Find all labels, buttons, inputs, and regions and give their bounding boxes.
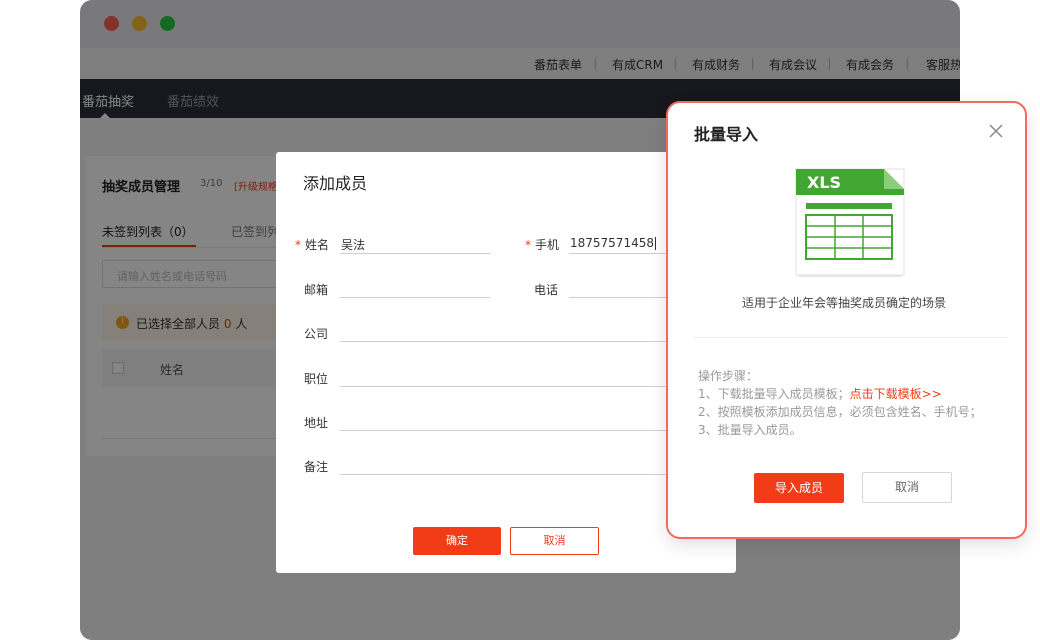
confirm-button[interactable]: 确定 bbox=[413, 527, 501, 555]
phone-input[interactable]: 18757571458 bbox=[570, 236, 656, 250]
step-2: 2、按照模板添加成员信息，必须包含姓名、手机号； bbox=[698, 405, 982, 419]
step-3: 3、批量导入成员。 bbox=[698, 423, 802, 437]
phone-label: * 手机 bbox=[525, 238, 560, 252]
dialog-title: 添加成员 bbox=[303, 174, 368, 193]
import-cancel-button[interactable]: 取消 bbox=[862, 472, 952, 503]
divider bbox=[694, 337, 1008, 338]
import-members-button[interactable]: 导入成员 bbox=[754, 473, 844, 503]
download-template-link[interactable]: 点击下载模板>> bbox=[850, 387, 942, 401]
close-icon[interactable] bbox=[988, 123, 1004, 139]
batch-import-dialog: 批量导入 XLS 适用于企业年会等抽奖成员确定的场景 操作步骤： 1、下载批量导… bbox=[666, 101, 1027, 539]
step-1: 1、下载批量导入成员模板；点击下载模板>> bbox=[698, 387, 942, 401]
remark-label: 备注 bbox=[304, 460, 329, 474]
xls-badge: XLS bbox=[807, 173, 842, 192]
email-input[interactable] bbox=[340, 297, 490, 298]
import-description: 适用于企业年会等抽奖成员确定的场景 bbox=[742, 296, 947, 310]
cancel-button[interactable]: 取消 bbox=[510, 527, 599, 555]
address-label: 地址 bbox=[304, 416, 329, 430]
position-label: 职位 bbox=[304, 372, 329, 386]
name-input[interactable]: 吴法 bbox=[341, 236, 365, 253]
company-label: 公司 bbox=[304, 327, 329, 341]
tel-label: 电话 bbox=[534, 283, 559, 297]
name-label: * 姓名 bbox=[295, 238, 330, 252]
name-input-line bbox=[340, 253, 490, 254]
steps-title: 操作步骤： bbox=[698, 369, 759, 383]
import-dialog-title: 批量导入 bbox=[694, 125, 759, 144]
email-label: 邮箱 bbox=[304, 283, 329, 297]
text-cursor bbox=[654, 237, 656, 250]
